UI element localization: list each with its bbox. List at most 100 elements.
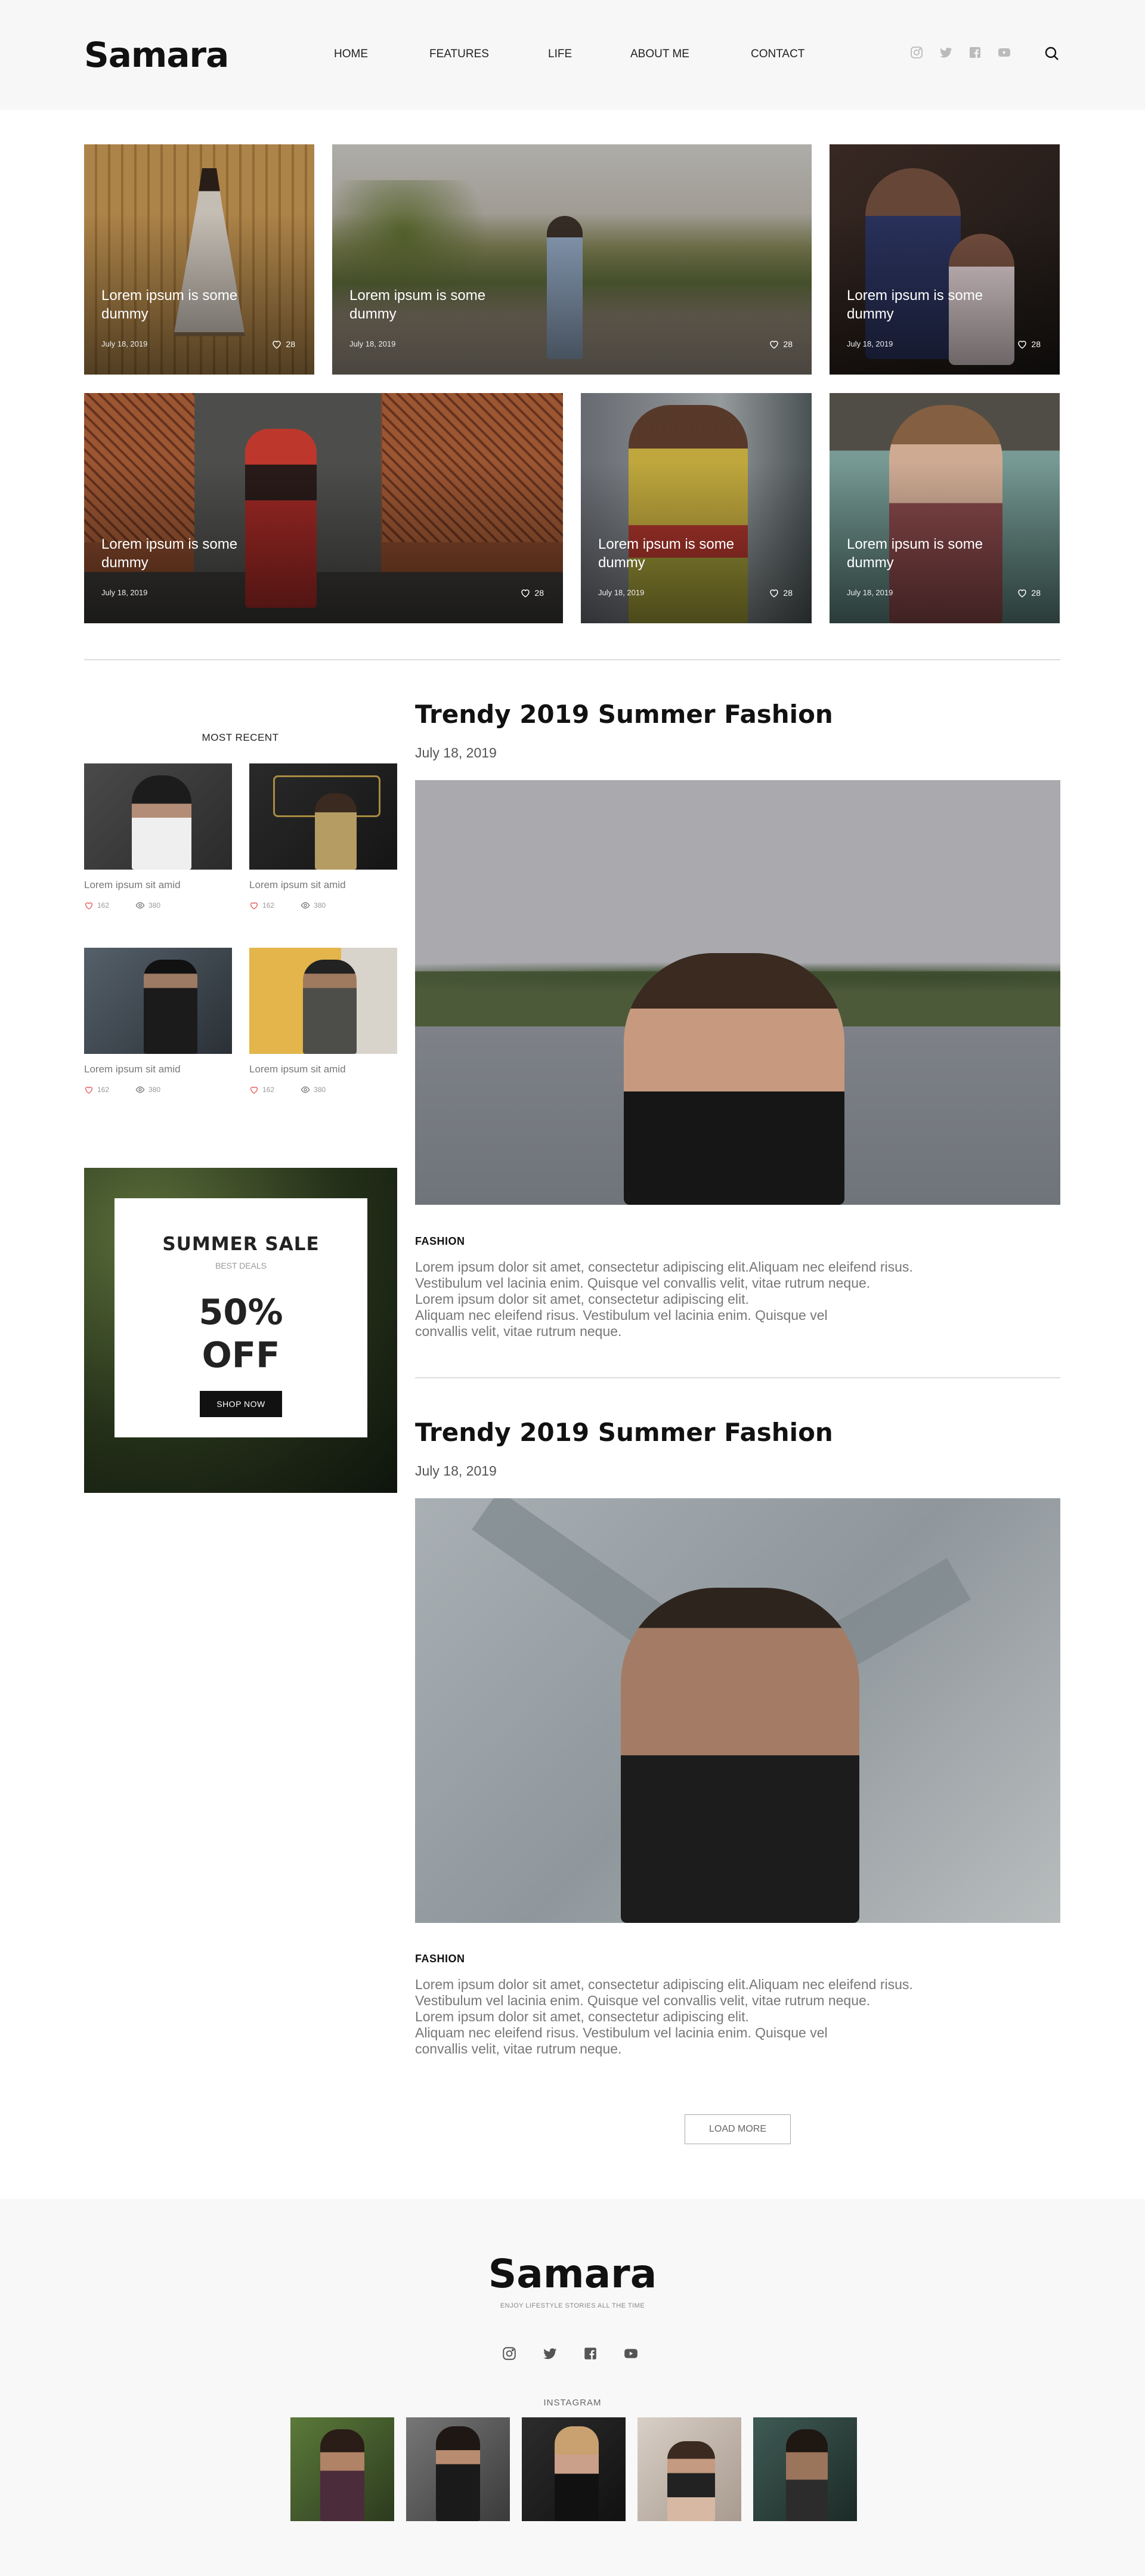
post-stats: 162 380 [84, 901, 232, 910]
article-category[interactable]: FASHION [415, 1235, 465, 1248]
heart-icon [770, 589, 779, 598]
promo-title: SUMMER SALE [162, 1233, 320, 1255]
instagram-icon[interactable] [909, 45, 924, 60]
nav-features[interactable]: FEATURES [429, 48, 548, 61]
eye-icon [301, 902, 310, 909]
post-likes[interactable]: 162 [249, 1085, 274, 1094]
post-likes[interactable]: 162 [84, 901, 109, 910]
featured-post[interactable]: Lorem ipsum is some dummy July 18, 2019 … [830, 393, 1060, 623]
site-footer: Samara ENJOY LIFESTYLE STORIES ALL THE T… [0, 2199, 1145, 2576]
footer-logo[interactable]: Samara [0, 2251, 1145, 2297]
post-stats: 162 380 [249, 1085, 397, 1094]
post-caption[interactable]: Lorem ipsum is some dummy [847, 286, 1002, 323]
heart-icon [85, 1087, 93, 1094]
load-more-button[interactable]: LOAD MORE [685, 2114, 791, 2144]
post-thumbnail[interactable] [84, 948, 232, 1054]
nav-contact[interactable]: CONTACT [751, 48, 822, 61]
post-likes[interactable]: 28 [520, 587, 544, 598]
twitter-icon[interactable] [938, 45, 954, 60]
heart-icon [250, 1087, 258, 1094]
post-thumbnail[interactable] [84, 763, 232, 870]
post-caption[interactable]: Lorem ipsum is some dummy [101, 535, 256, 572]
post-date: July 18, 2019 [847, 339, 893, 348]
footer-social [502, 2346, 639, 2361]
recent-post[interactable]: Lorem ipsum sit amid 162 380 [84, 763, 232, 910]
article-title[interactable]: Trendy 2019 Summer Fashion [415, 1418, 833, 1447]
post-views: 380 [301, 1085, 326, 1094]
featured-post[interactable]: Lorem ipsum is some dummy July 18, 2019 … [84, 144, 314, 375]
post-thumbnail[interactable] [249, 763, 397, 870]
post-date: July 18, 2019 [101, 339, 148, 348]
promo-subtitle: BEST DEALS [215, 1261, 267, 1270]
post-likes[interactable]: 28 [271, 339, 295, 350]
instagram-photo[interactable] [753, 2417, 857, 2521]
heart-icon [1018, 589, 1027, 598]
promo-card: SUMMER SALE BEST DEALS 50% OFF SHOP NOW [114, 1198, 367, 1437]
eye-icon [135, 1086, 145, 1093]
nav-home[interactable]: HOME [334, 48, 429, 61]
heart-icon [273, 341, 281, 349]
post-date: July 18, 2019 [101, 588, 148, 597]
instagram-title: INSTAGRAM [543, 2398, 602, 2408]
post-caption[interactable]: Lorem ipsum sit amid [84, 1063, 232, 1075]
featured-post[interactable]: Lorem ipsum is some dummy July 18, 2019 … [332, 144, 812, 375]
nav-life[interactable]: LIFE [548, 48, 630, 61]
post-likes[interactable]: 28 [769, 339, 793, 350]
article-date: July 18, 2019 [415, 1463, 497, 1479]
facebook-icon[interactable] [583, 2346, 598, 2361]
article-category[interactable]: FASHION [415, 1953, 465, 1965]
article-title[interactable]: Trendy 2019 Summer Fashion [415, 700, 833, 729]
post-likes[interactable]: 28 [1017, 587, 1041, 598]
featured-post[interactable]: Lorem ipsum is some dummy July 18, 2019 … [581, 393, 812, 623]
post-caption[interactable]: Lorem ipsum is some dummy [847, 535, 1002, 572]
header-social [909, 45, 1012, 60]
heart-icon [250, 902, 258, 910]
instagram-photo[interactable] [638, 2417, 741, 2521]
nav-about-me[interactable]: ABOUT ME [630, 48, 751, 61]
article-excerpt: Lorem ipsum dolor sit amet, consectetur … [415, 1977, 913, 2057]
post-thumbnail[interactable] [249, 948, 397, 1054]
article-divider [415, 1377, 1060, 1378]
featured-post[interactable]: Lorem ipsum is some dummy July 18, 2019 … [830, 144, 1060, 375]
eye-icon [135, 902, 145, 909]
post-caption[interactable]: Lorem ipsum sit amid [249, 1063, 397, 1075]
site-header: Samara HOME FEATURES LIFE ABOUT ME CONTA… [0, 0, 1145, 110]
instagram-icon[interactable] [502, 2346, 517, 2361]
post-likes[interactable]: 162 [84, 1085, 109, 1094]
instagram-photo[interactable] [290, 2417, 394, 2521]
instagram-photo[interactable] [522, 2417, 626, 2521]
post-stats: 162 380 [84, 1085, 232, 1094]
instagram-feed [290, 2417, 857, 2521]
instagram-photo[interactable] [406, 2417, 510, 2521]
promo-banner: SUMMER SALE BEST DEALS 50% OFF SHOP NOW [84, 1168, 397, 1493]
youtube-icon[interactable] [623, 2346, 639, 2361]
site-logo[interactable]: Samara [84, 35, 229, 75]
promo-discount: 50% OFF [199, 1291, 283, 1375]
post-caption[interactable]: Lorem ipsum is some dummy [598, 535, 753, 572]
post-likes[interactable]: 162 [249, 901, 274, 910]
featured-post[interactable]: Lorem ipsum is some dummy July 18, 2019 … [84, 393, 563, 623]
post-likes[interactable]: 28 [1017, 339, 1041, 350]
youtube-icon[interactable] [997, 45, 1012, 60]
image-overlay [84, 393, 563, 623]
recent-post[interactable]: Lorem ipsum sit amid 162 380 [249, 763, 397, 910]
shop-now-button[interactable]: SHOP NOW [200, 1391, 282, 1417]
heart-icon [770, 341, 779, 349]
article-image[interactable] [415, 1498, 1060, 1923]
post-caption[interactable]: Lorem ipsum sit amid [249, 879, 397, 891]
facebook-icon[interactable] [967, 45, 983, 60]
article-image[interactable] [415, 780, 1060, 1205]
recent-post[interactable]: Lorem ipsum sit amid 162 380 [84, 948, 232, 1094]
post-caption[interactable]: Lorem ipsum sit amid [84, 879, 232, 891]
recent-post[interactable]: Lorem ipsum sit amid 162 380 [249, 948, 397, 1094]
twitter-icon[interactable] [542, 2346, 558, 2361]
post-date: July 18, 2019 [349, 339, 396, 348]
search-icon[interactable] [1044, 45, 1060, 62]
post-caption[interactable]: Lorem ipsum is some dummy [101, 286, 256, 323]
section-divider [84, 659, 1060, 660]
post-caption[interactable]: Lorem ipsum is some dummy [349, 286, 505, 323]
post-views: 380 [135, 901, 160, 910]
post-likes[interactable]: 28 [769, 587, 793, 598]
heart-icon [521, 589, 530, 598]
eye-icon [301, 1086, 310, 1093]
